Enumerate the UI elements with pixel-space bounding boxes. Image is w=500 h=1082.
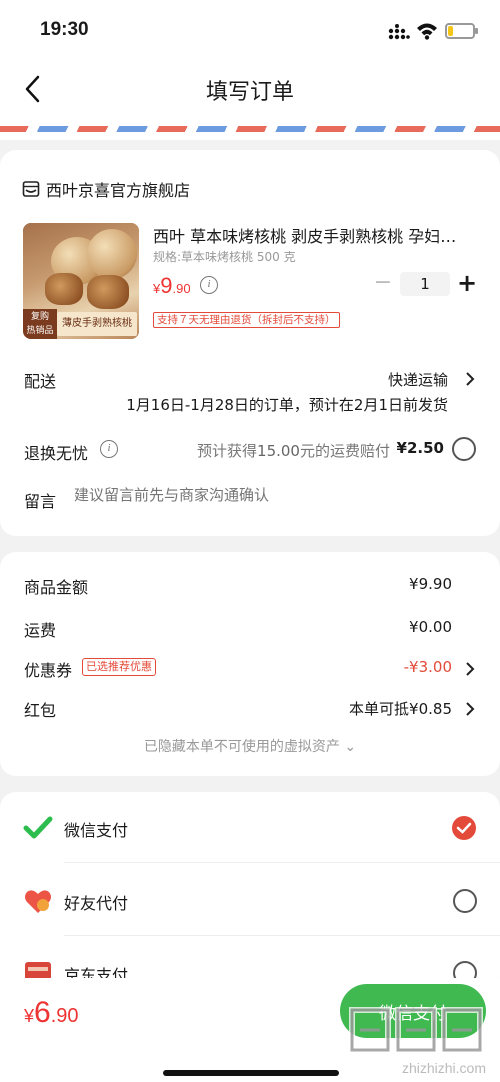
total-decimal: .90	[50, 1005, 79, 1027]
product-price: ¥9.90	[153, 273, 191, 299]
chevron-right-icon[interactable]	[465, 371, 475, 387]
status-bar: 19:30	[0, 0, 500, 60]
price-summary-card: 商品金额 ¥9.90 运费 ¥0.00 优惠券 已选推荐优惠 -¥3.00 红包…	[0, 552, 500, 776]
coupon-label: 优惠券	[24, 661, 73, 680]
divider	[64, 862, 500, 863]
payment-methods-card: 微信支付 好友代付 京东支付	[0, 792, 500, 992]
chevron-right-icon[interactable]	[465, 701, 475, 717]
delivery-label: 配送	[24, 372, 57, 391]
cellular-signal-icon	[388, 24, 410, 40]
product-image-badge: 复购 热销品	[23, 309, 57, 339]
watermark-text: zhizhizhi.com	[401, 1060, 486, 1076]
order-total: ¥6.90	[24, 996, 79, 1030]
product-spec: 规格:草本味烤核桃 500 克	[153, 250, 296, 264]
refund-desc-amount: 15.00	[257, 442, 300, 460]
battery-icon	[445, 23, 478, 39]
shop-header[interactable]: 西叶京喜官方旗舰店	[22, 178, 190, 200]
walnut-kernel-shape	[45, 273, 83, 305]
goods-amount-value: ¥9.90	[409, 575, 452, 593]
refund-radio[interactable]	[452, 437, 476, 461]
page-title: 填写订单	[205, 79, 294, 104]
chevron-right-icon[interactable]	[465, 661, 475, 677]
wifi-icon	[417, 23, 437, 40]
airmail-stripe	[0, 126, 500, 132]
payment-radio[interactable]	[453, 889, 477, 913]
refund-description: 预计获得15.00元的运费赔付	[197, 440, 390, 461]
refund-desc-prefix: 预计获得	[197, 442, 258, 460]
shop-name: 西叶京喜官方旗舰店	[46, 181, 191, 200]
friend-pay-heart-icon	[25, 890, 51, 913]
divider	[64, 935, 500, 936]
quantity-increase-button[interactable]: +	[456, 270, 478, 296]
checkout-bar: ¥6.90 微信支付 zhizhizhi.com	[0, 978, 500, 1082]
battery-level	[448, 26, 453, 36]
payment-option-label: 微信支付	[64, 821, 129, 840]
payment-option-label: 好友代付	[64, 894, 129, 913]
delivery-note: 1月16日-1月28日的订单，预计在2月1日前发货	[126, 396, 448, 414]
shipping-fee-value: ¥0.00	[409, 618, 452, 636]
product-image[interactable]: 复购 热销品 薄皮手剥熟核桃	[23, 223, 139, 339]
shipping-fee-label: 运费	[24, 621, 57, 640]
product-title[interactable]: 西叶 草本味烤核桃 剥皮手剥熟核桃 孕妇…	[153, 223, 483, 247]
refund-info-icon[interactable]: i	[100, 440, 118, 458]
total-integer: 6	[34, 996, 51, 1029]
price-integer: 9	[160, 273, 173, 298]
refund-price: ¥2.50	[396, 439, 444, 457]
home-indicator	[163, 1070, 339, 1076]
walnut-kernel-shape	[87, 275, 129, 309]
goods-amount-label: 商品金额	[24, 578, 89, 597]
redpacket-label: 红包	[24, 701, 57, 720]
payment-selected-check[interactable]	[452, 816, 476, 840]
coupon-value[interactable]: -¥3.00	[404, 658, 452, 676]
walnut-shape	[87, 229, 137, 279]
address-airmail-border	[0, 118, 500, 140]
status-time: 19:30	[40, 19, 89, 40]
quantity-decrease-button[interactable]: −	[372, 272, 394, 296]
message-label: 留言	[24, 492, 57, 511]
store-icon	[22, 181, 40, 197]
nav-bar: 填写订单	[0, 60, 500, 118]
product-image-caption: 薄皮手剥熟核桃	[57, 312, 137, 336]
payment-option-friend[interactable]: 好友代付	[0, 866, 500, 936]
redpacket-value[interactable]: 本单可抵¥0.85	[349, 698, 452, 719]
price-info-icon[interactable]: i	[200, 276, 218, 294]
order-item-card: 西叶京喜官方旗舰店 复购 热销品 薄皮手剥熟核桃 西叶 草本味烤核桃 剥皮手剥熟…	[0, 150, 500, 536]
total-currency: ¥	[24, 1006, 35, 1026]
payment-option-wechat[interactable]: 微信支付	[0, 793, 500, 863]
message-input[interactable]	[74, 486, 454, 504]
coupon-tag: 已选推荐优惠	[82, 658, 156, 676]
quantity-input[interactable]: 1	[400, 272, 450, 296]
hidden-assets-toggle[interactable]: 已隐藏本单不可使用的虚拟资产 ⌄	[0, 736, 500, 756]
price-decimal: .90	[172, 281, 191, 296]
delivery-method[interactable]: 快递运输	[388, 369, 448, 390]
refund-desc-suffix: 元的运费赔付	[299, 442, 390, 460]
checkmark-icon	[456, 822, 472, 834]
refund-label: 退换无忧	[24, 444, 89, 463]
wechat-pay-icon	[23, 816, 53, 839]
return-policy-tag: 支持７天无理由退货（拆封后不支持）	[153, 312, 340, 328]
